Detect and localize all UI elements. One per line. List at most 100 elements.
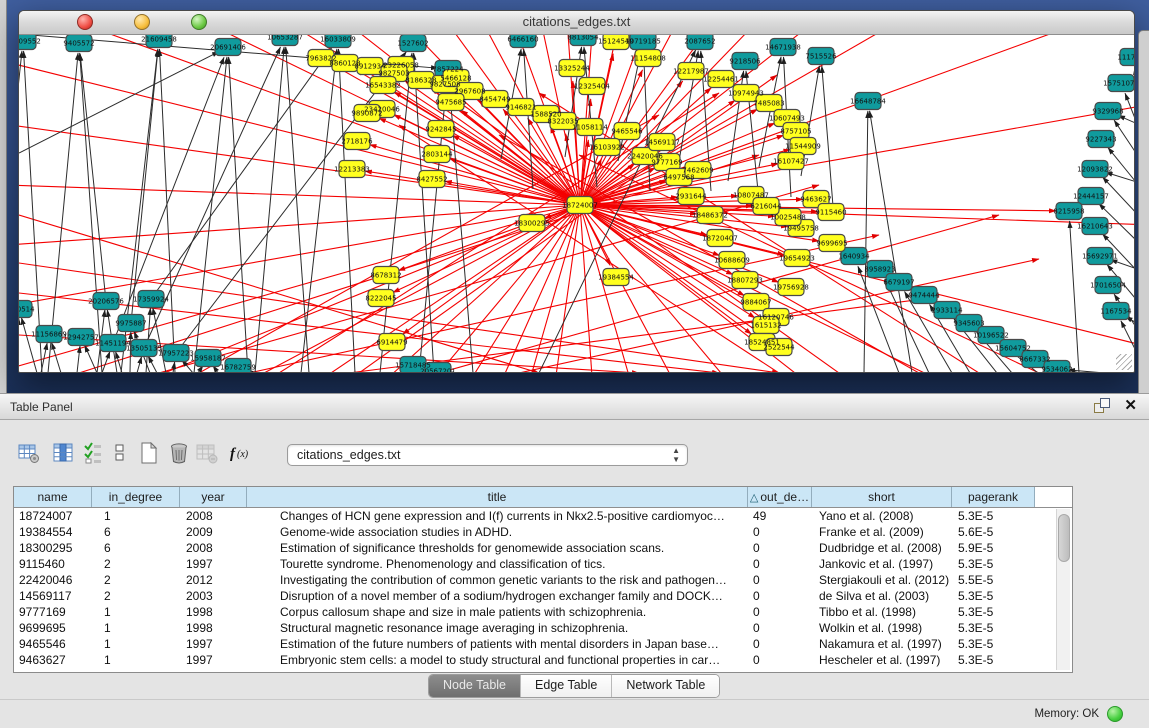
window-resize-grip[interactable] (1116, 354, 1132, 370)
column-header-indegree[interactable]: in_degree (92, 487, 180, 507)
graph-node-label: 12093822 (1077, 166, 1113, 174)
table-cell: 5.3E-5 (952, 556, 1035, 572)
column-header-title[interactable]: title (247, 487, 748, 507)
table-cell: 19384554 (14, 524, 92, 540)
table-cell: 1 (92, 604, 180, 620)
graph-node-label: 7462609 (682, 167, 713, 175)
table-cell: 1997 (180, 556, 247, 572)
graph-node-label: 13505135 (126, 345, 162, 353)
graph-node-label: 6216044 (750, 203, 782, 211)
table-cell: 1 (92, 636, 180, 652)
node-table: namein_degreeyeartitle△out_de…shortpager… (13, 486, 1073, 673)
graph-node-label: 9890872 (351, 110, 382, 118)
table-cell: 1998 (180, 604, 247, 620)
table-row[interactable]: 1830029562008Estimation of significance … (14, 540, 1072, 556)
table-row[interactable]: 911546021997Tourette syndrome. Phenomeno… (14, 556, 1072, 572)
table-cell: 5.3E-5 (952, 636, 1035, 652)
delete-table-icon[interactable] (196, 442, 218, 464)
scrollbar-thumb[interactable] (1058, 514, 1070, 562)
table-cell: 9777169 (14, 604, 92, 620)
column-header-name[interactable]: name (14, 487, 92, 507)
table-body: 1872400712008Changes of HCN gene express… (14, 508, 1072, 668)
table-row[interactable]: 969969511998Structural magnetic resonanc… (14, 620, 1072, 636)
table-row[interactable]: 2242004622012Investigating the contribut… (14, 572, 1072, 588)
table-panel-header: Table Panel ✕ (0, 394, 1149, 420)
graph-node-label: 9884067 (740, 299, 771, 307)
graph-node-label: 12254461 (703, 76, 739, 84)
column-header-year[interactable]: year (180, 487, 247, 507)
graph-node-label: 15692971 (1082, 253, 1118, 261)
tab-network-table[interactable]: Network Table (612, 675, 719, 697)
graph-node-label: 9475685 (435, 99, 466, 107)
column-header-pagerank[interactable]: pagerank (952, 487, 1035, 507)
table-cell: 18300295 (14, 540, 92, 556)
table-cell: Nakamura et al. (1997) (812, 636, 952, 652)
table-row[interactable]: 946554611997Estimation of the future num… (14, 636, 1072, 652)
network-canvas[interactable]: 1872400720609552940557221609458206914061… (19, 35, 1134, 372)
tab-node-table[interactable]: Node Table (429, 675, 521, 697)
table-cell: 5.9E-5 (952, 540, 1035, 556)
graph-node-label: 2803144 (421, 151, 453, 159)
float-panel-icon[interactable] (1094, 398, 1110, 414)
graph-node-label: 8350514 (19, 306, 35, 314)
graph-node-label: 9465546 (611, 128, 643, 136)
graph-node-label: 10974943 (728, 90, 764, 98)
table-cell: 0 (748, 620, 812, 636)
table-cell: Wolkin et al. (1998) (812, 620, 952, 636)
graph-node-label: 7485083 (753, 100, 784, 108)
memory-status-label: Memory: OK (1034, 708, 1099, 720)
table-selector-dropdown[interactable]: citations_edges.txt ▲▼ (287, 444, 688, 466)
table-cell: 6 (92, 524, 180, 540)
graph-node-label: 12213383 (334, 166, 370, 174)
table-cell: 0 (748, 636, 812, 652)
function-builder-icon[interactable]: f (x) (228, 442, 254, 464)
background-panel-edge-left (0, 0, 7, 393)
tab-edge-table[interactable]: Edge Table (521, 675, 612, 697)
graph-node-label: 9534062 (1041, 366, 1072, 372)
graph-node-label: 10025488 (770, 214, 806, 222)
table-cell: 2 (92, 572, 180, 588)
graph-node-label: 8454749 (479, 96, 510, 104)
table-cell: Tibbo et al. (1998) (812, 604, 952, 620)
graph-node-label: 17359924 (133, 296, 169, 304)
graph-node-label: 16103922 (589, 144, 625, 152)
table-cell: 1 (92, 652, 180, 668)
delete-column-icon[interactable] (168, 442, 190, 464)
graph-node-label: 18720407 (702, 235, 738, 243)
column-header-short[interactable]: short (812, 487, 952, 507)
window-title: citations_edges.txt (19, 14, 1134, 29)
graph-node-label: 14569117 (644, 139, 680, 147)
table-cell: Corpus callosum shape and size in male p… (247, 604, 748, 620)
application-root: citations_edges.txt 18724007206095529405… (0, 0, 1149, 727)
graph-node-label: 15751074 (1103, 80, 1134, 88)
network-window: citations_edges.txt 18724007206095529405… (18, 10, 1135, 373)
column-header-outde[interactable]: △out_de… (748, 487, 812, 507)
graph-node-label: 9345603 (953, 320, 984, 328)
dropdown-stepper-icon: ▲▼ (672, 446, 680, 464)
show-columns-icon[interactable] (52, 442, 74, 464)
table-row[interactable]: 1456911722003Disruption of a novel membe… (14, 588, 1072, 604)
table-row[interactable]: 1938455462009Genome-wide association stu… (14, 524, 1072, 540)
table-mode-icon[interactable] (18, 442, 40, 464)
table-cell: 2009 (180, 524, 247, 540)
window-titlebar[interactable]: citations_edges.txt (19, 11, 1134, 35)
table-toolbar: f (x) citations_edges.txt ▲▼ (0, 420, 1149, 480)
table-vertical-scrollbar[interactable] (1056, 509, 1070, 670)
table-cell: Estimation of significance thresholds fo… (247, 540, 748, 556)
select-columns-icon[interactable] (84, 442, 102, 464)
table-row[interactable]: 946362711997Embryonic stem cells: a mode… (14, 652, 1072, 668)
table-row[interactable]: 1872400712008Changes of HCN gene express… (14, 508, 1072, 524)
row-height-icon[interactable] (114, 442, 126, 464)
graph-node-label: 16033809 (320, 36, 356, 44)
new-column-icon[interactable] (138, 442, 160, 464)
table-cell: Yano et al. (2008) (812, 508, 952, 524)
graph-node-label: 8678312 (370, 272, 401, 280)
table-selector-value: citations_edges.txt (297, 448, 401, 462)
table-cell: 9699695 (14, 620, 92, 636)
graph-node-label: 6679197 (883, 279, 914, 287)
table-cell: Disruption of a novel member of a sodium… (247, 588, 748, 604)
close-panel-icon[interactable]: ✕ (1124, 398, 1137, 414)
table-cell: Estimation of the future numbers of pati… (247, 636, 748, 652)
table-row[interactable]: 977716911998Corpus callosum shape and si… (14, 604, 1072, 620)
memory-status-indicator[interactable] (1107, 706, 1123, 722)
